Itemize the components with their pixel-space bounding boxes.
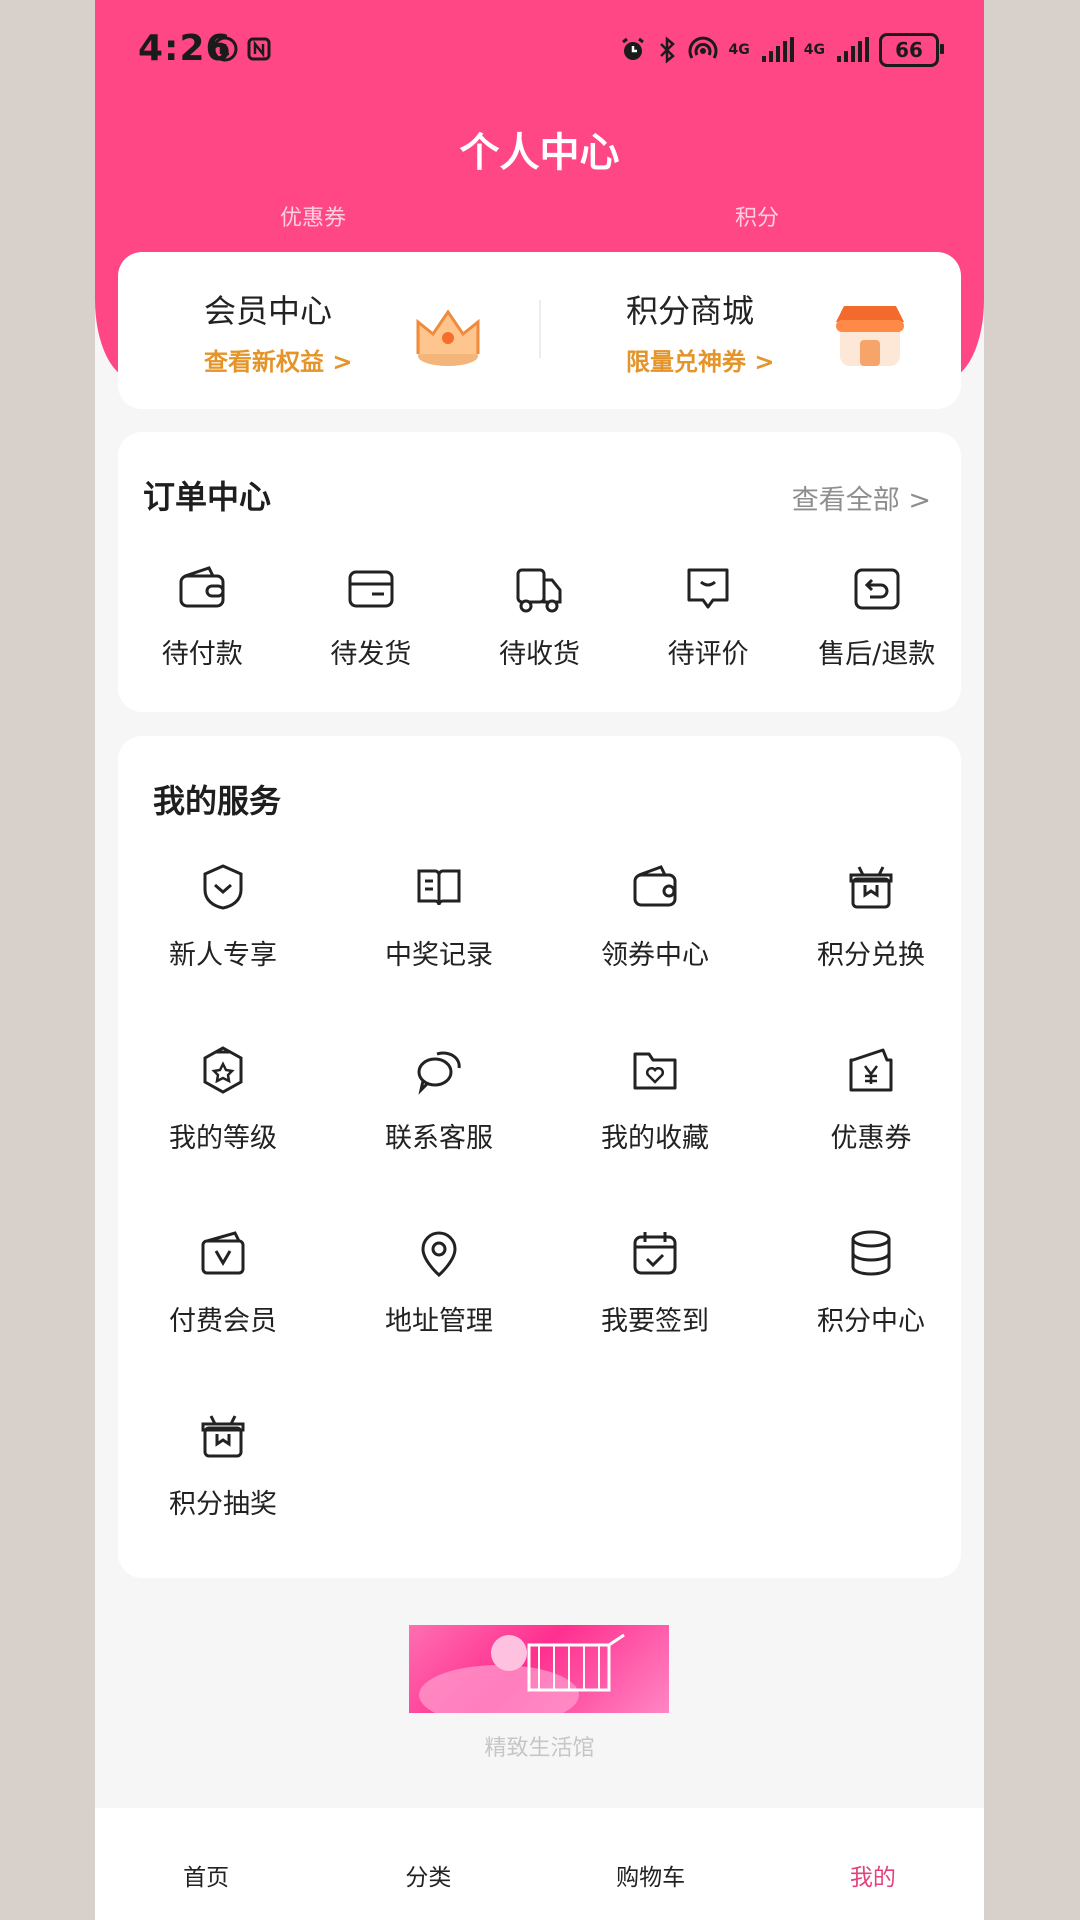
shield-icon xyxy=(203,864,243,910)
service-coupon-center[interactable]: 领券中心 xyxy=(550,861,760,1011)
lifestyle-banner-image[interactable] xyxy=(409,1625,669,1713)
promo-subtitle: 查看新权益 > xyxy=(204,348,353,376)
my-services-title: 我的服务 xyxy=(153,782,282,820)
nfc-icon xyxy=(247,37,271,61)
service-my-favorites[interactable]: 我的收藏 xyxy=(550,1044,760,1194)
data-saver-icon xyxy=(212,36,238,62)
yen-ticket-icon xyxy=(849,1048,893,1092)
hotspot-icon xyxy=(688,36,717,59)
order-center-title: 订单中心 xyxy=(143,478,272,516)
order-pending-review[interactable]: 待评价 xyxy=(624,552,793,692)
battery-level: 66 xyxy=(895,38,923,62)
service-check-in[interactable]: 我要签到 xyxy=(550,1227,760,1377)
nav-category[interactable]: 分类 xyxy=(317,1808,539,1920)
service-new-user[interactable]: 新人专享 xyxy=(118,861,328,1011)
tab-points[interactable]: 积分 xyxy=(735,200,779,232)
service-label: 联系客服 xyxy=(385,1123,493,1154)
status-right-icons: 4G 4G 66 xyxy=(619,33,944,67)
nav-mine[interactable]: 我的 xyxy=(762,1808,984,1920)
network-label-1: 4G xyxy=(728,42,750,58)
folder-heart-icon xyxy=(633,1052,677,1090)
order-label: 待收货 xyxy=(498,639,580,670)
bluetooth-icon xyxy=(659,36,675,64)
order-label: 待发货 xyxy=(330,639,412,670)
shopping-cart-illustration xyxy=(419,1633,625,1713)
order-label: 待付款 xyxy=(161,639,243,670)
status-bar: 4:26 4G 4G 66 xyxy=(95,0,984,100)
vip-box-icon xyxy=(201,1231,245,1275)
service-label: 新人专享 xyxy=(169,940,277,971)
database-icon xyxy=(851,1230,891,1276)
signal-icon-2 xyxy=(837,37,869,62)
truck-icon xyxy=(516,568,562,613)
badge-icon xyxy=(203,1046,243,1094)
crown-icon xyxy=(416,309,480,366)
chat-icon xyxy=(417,1051,461,1095)
view-all-orders-link[interactable]: 查看全部 > xyxy=(792,478,931,517)
service-points-lottery[interactable]: 积分抽奖 xyxy=(118,1410,328,1560)
order-pending-payment[interactable]: 待付款 xyxy=(118,552,287,692)
service-points-exchange[interactable]: 积分兑换 xyxy=(766,861,976,1011)
service-label: 我的等级 xyxy=(169,1123,277,1154)
banner-caption: 精致生活馆 xyxy=(484,1736,595,1761)
promo-subtitle: 限量兑神券 > xyxy=(626,348,775,376)
promo-title: 会员中心 xyxy=(204,292,333,330)
battery-icon: 66 xyxy=(879,33,944,67)
phone-screen: 4:26 4G 4G 66 个人中心 优惠券 积分 会员中心 查看新权益 > 积… xyxy=(95,0,984,1920)
service-paid-membership[interactable]: 付费会员 xyxy=(118,1227,328,1377)
service-coupons[interactable]: 优惠券 xyxy=(766,1044,976,1194)
service-label: 中奖记录 xyxy=(385,940,493,971)
service-label: 付费会员 xyxy=(169,1306,277,1337)
service-label: 领券中心 xyxy=(601,940,709,971)
promo-title: 积分商城 xyxy=(626,292,755,330)
gift-icon xyxy=(849,866,893,909)
service-customer-service[interactable]: 联系客服 xyxy=(334,1044,544,1194)
service-label: 优惠券 xyxy=(830,1123,912,1154)
service-points-center[interactable]: 积分中心 xyxy=(766,1227,976,1377)
service-label: 我要签到 xyxy=(601,1306,709,1337)
service-label: 积分兑换 xyxy=(817,940,925,971)
location-icon xyxy=(421,1231,457,1277)
comment-icon xyxy=(687,568,729,609)
order-pending-receipt[interactable]: 待收货 xyxy=(455,552,624,692)
nav-home[interactable]: 首页 xyxy=(95,1808,317,1920)
service-address-management[interactable]: 地址管理 xyxy=(334,1227,544,1377)
member-center-entry[interactable]: 会员中心 查看新权益 > xyxy=(118,252,538,409)
service-prize-records[interactable]: 中奖记录 xyxy=(334,861,544,1011)
nav-cart[interactable]: 购物车 xyxy=(540,1808,762,1920)
network-label-2: 4G xyxy=(803,42,825,58)
order-status-row: 待付款 待发货 待收货 待评价 售后/退款 xyxy=(118,552,961,692)
order-pending-shipment[interactable]: 待发货 xyxy=(287,552,456,692)
alarm-icon xyxy=(621,37,644,60)
points-mall-entry[interactable]: 积分商城 限量兑神券 > xyxy=(540,252,960,409)
calendar-check-icon xyxy=(633,1232,677,1275)
wallet-icon xyxy=(179,566,225,608)
shop-icon xyxy=(836,306,904,366)
order-center-card: 订单中心 查看全部 > 待付款 待发货 待收货 待评价 售后/退款 xyxy=(118,432,961,712)
tab-coupons[interactable]: 优惠券 xyxy=(280,200,346,232)
service-label: 积分中心 xyxy=(817,1306,925,1337)
service-label: 我的收藏 xyxy=(601,1123,709,1154)
page-title: 个人中心 xyxy=(459,130,620,176)
service-label: 积分抽奖 xyxy=(169,1489,277,1520)
promo-card: 会员中心 查看新权益 > 积分商城 限量兑神券 > xyxy=(118,252,961,409)
order-after-sales[interactable]: 售后/退款 xyxy=(792,552,961,692)
signal-icon-1 xyxy=(761,37,794,62)
gift-icon xyxy=(201,1415,245,1458)
book-icon xyxy=(417,869,461,906)
order-label: 售后/退款 xyxy=(818,639,936,670)
order-label: 待评价 xyxy=(667,639,749,670)
card-icon xyxy=(348,570,394,608)
return-icon xyxy=(854,568,900,610)
service-my-level[interactable]: 我的等级 xyxy=(118,1044,328,1194)
my-services-card: 我的服务 新人专享 中奖记录 领券中心 积分兑换 我的等级 联系客服 我的收藏 … xyxy=(118,736,961,1578)
bottom-navigation: 首页 分类 购物车 我的 xyxy=(95,1808,984,1920)
status-left-icons xyxy=(212,36,272,62)
service-label: 地址管理 xyxy=(385,1306,493,1337)
wallet-icon xyxy=(633,865,677,907)
